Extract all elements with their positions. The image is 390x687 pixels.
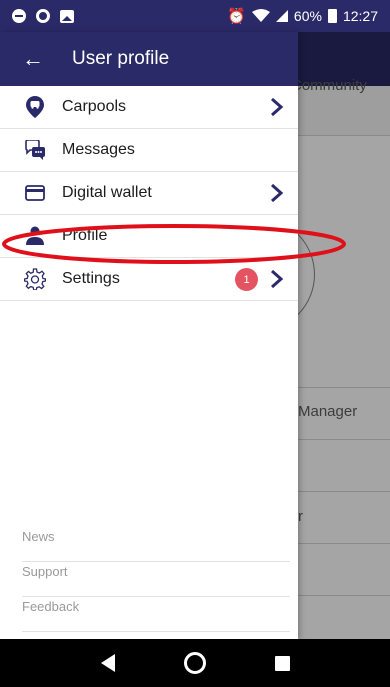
system-nav-bar: [0, 639, 390, 687]
chat-icon: [24, 139, 46, 161]
wifi-icon: [251, 9, 270, 22]
person-icon: [24, 225, 46, 247]
clock: 12:27: [342, 8, 378, 24]
footer-link-news[interactable]: News: [22, 527, 290, 562]
status-bar: ⏰ 60% 12:27: [0, 0, 390, 32]
menu-item-profile[interactable]: Profile: [0, 215, 298, 258]
alarm-icon: ⏰: [227, 8, 246, 25]
background-label-r: r: [298, 508, 303, 525]
home-circle-icon: [183, 652, 206, 674]
drawer-header: ← User profile: [0, 32, 298, 86]
drawer-footer-links: News Support Feedback: [22, 527, 290, 632]
gear-icon: [24, 268, 46, 290]
carpool-pin-icon: [24, 96, 46, 118]
menu-label: Messages: [62, 141, 135, 158]
sync-icon: [36, 9, 50, 23]
recents-square-icon: [274, 655, 290, 671]
navigation-drawer: ← User profile Carpools Messages Digital…: [0, 32, 298, 639]
footer-link-feedback[interactable]: Feedback: [22, 597, 290, 632]
background-divider: [298, 439, 390, 440]
background-tab-community: Community: [291, 77, 367, 94]
menu-label: Carpools: [62, 98, 127, 115]
back-triangle-icon: [100, 654, 115, 672]
drawer-title: User profile: [72, 48, 170, 69]
background-divider: [298, 491, 390, 492]
chevron-right-icon: [271, 97, 284, 117]
notification-badge: 1: [235, 268, 258, 291]
background-divider: [298, 543, 390, 544]
nav-back-button[interactable]: [93, 648, 123, 678]
menu-label: Settings: [62, 270, 120, 287]
chevron-right-icon: [271, 269, 284, 289]
menu-label: Profile: [62, 227, 108, 244]
chevron-right-icon: [271, 183, 284, 203]
credit-card-icon: [24, 182, 46, 204]
background-divider: [298, 387, 390, 388]
menu-item-settings[interactable]: Settings 1: [0, 258, 298, 301]
background-divider: [298, 595, 390, 596]
menu-label: Digital wallet: [62, 184, 152, 201]
nav-home-button[interactable]: [180, 648, 210, 678]
battery-icon: [327, 9, 337, 23]
image-icon: [60, 9, 74, 23]
menu-item-digital-wallet[interactable]: Digital wallet: [0, 172, 298, 215]
footer-link-support[interactable]: Support: [22, 562, 290, 597]
signal-icon: [275, 10, 288, 22]
back-arrow-icon[interactable]: ←: [22, 48, 48, 70]
nav-recents-button[interactable]: [267, 648, 297, 678]
menu-item-messages[interactable]: Messages: [0, 129, 298, 172]
do-not-disturb-icon: [12, 9, 26, 23]
background-label-manager: Manager: [298, 403, 358, 420]
drawer-menu: Carpools Messages Digital wallet Profile: [0, 86, 298, 301]
battery-percent: 60%: [293, 8, 322, 24]
menu-item-carpools[interactable]: Carpools: [0, 86, 298, 129]
